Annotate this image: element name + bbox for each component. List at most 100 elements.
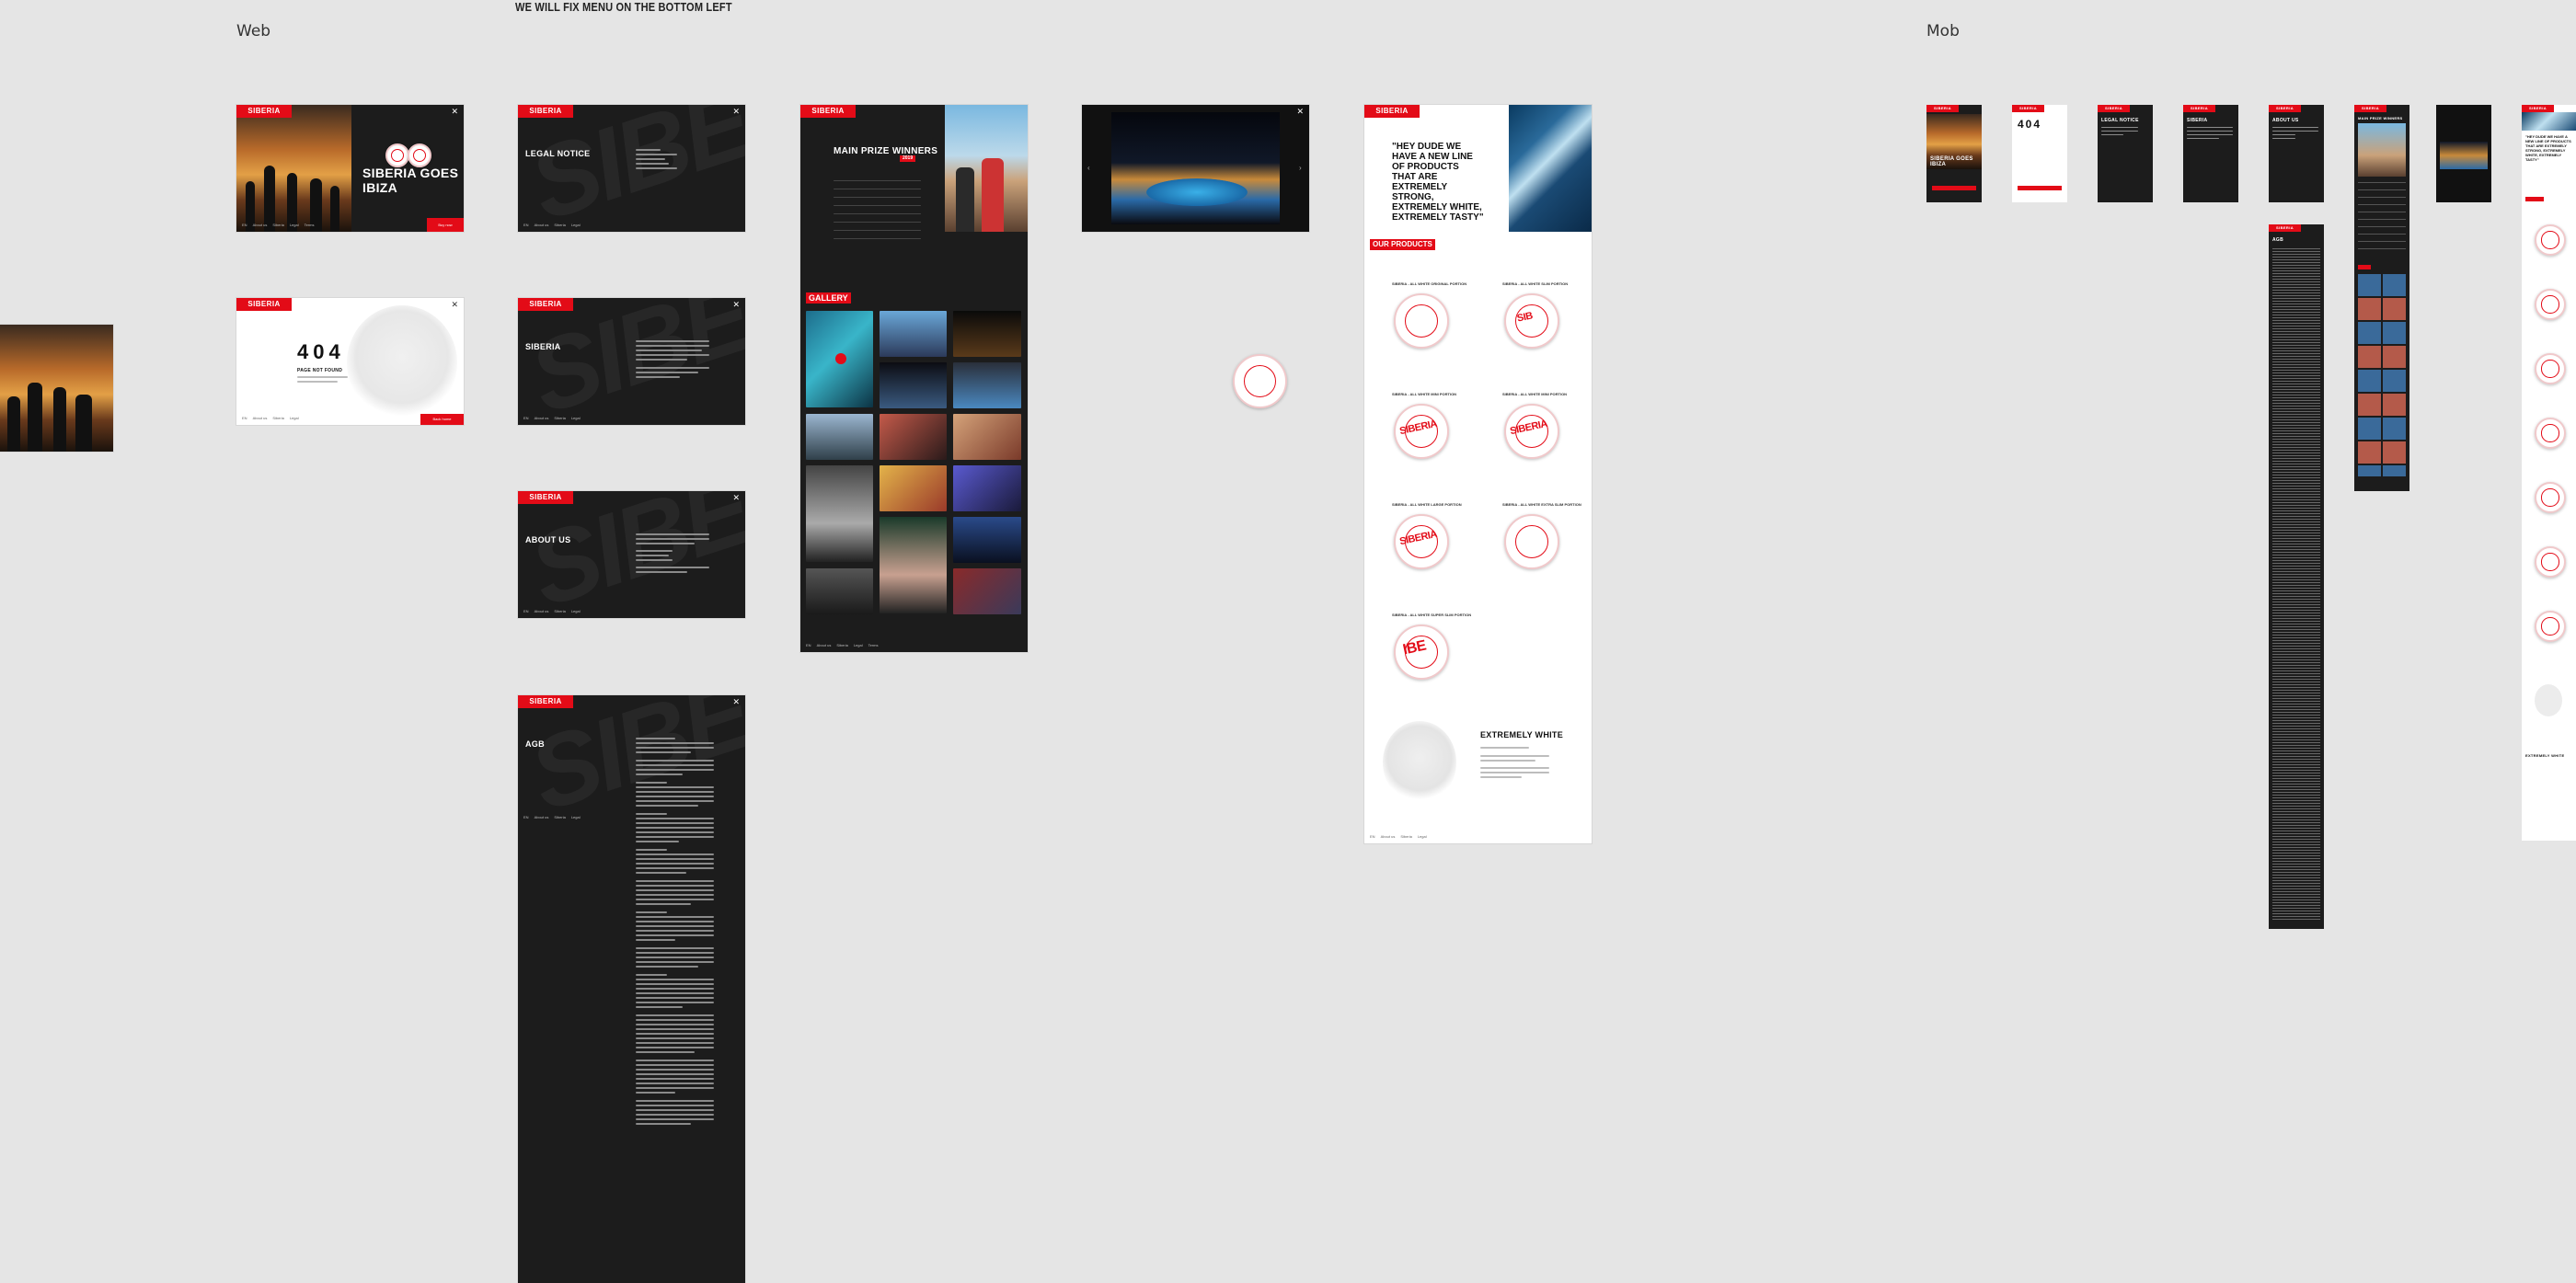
logo[interactable]: SIBERIA xyxy=(2098,105,2131,112)
footer-link[interactable]: About us xyxy=(535,223,549,227)
footer-link[interactable]: About us xyxy=(535,609,549,613)
gallery-photo[interactable] xyxy=(880,414,947,460)
logo[interactable]: SIBERIA xyxy=(2269,105,2302,112)
gallery-photo[interactable] xyxy=(880,465,947,511)
logo[interactable]: SIBERIA xyxy=(518,491,573,504)
gallery-photo[interactable] xyxy=(953,517,1021,563)
close-icon[interactable]: ✕ xyxy=(451,301,458,309)
product-can-icon[interactable] xyxy=(2535,546,2566,578)
footer-link[interactable]: Legal xyxy=(1418,834,1427,839)
play-icon[interactable] xyxy=(835,353,846,364)
gallery-photo[interactable] xyxy=(953,465,1021,511)
close-icon[interactable]: ✕ xyxy=(451,108,458,116)
mob-siberia-frame[interactable]: SIBERIA SIBERIA xyxy=(2183,105,2238,202)
web-home-frame[interactable]: SIBERIA ✕ SIBERIA GOES IBIZA Buy now EN … xyxy=(236,105,464,232)
mob-winners-frame[interactable]: SIBERIA MAIN PRIZE WINNERS xyxy=(2354,105,2409,491)
footer-link[interactable]: Terms xyxy=(305,223,315,227)
footer-link[interactable]: About us xyxy=(535,416,549,420)
product-can-icon[interactable] xyxy=(2535,482,2566,513)
footer-link[interactable]: EN xyxy=(523,815,529,819)
footer-link[interactable]: About us xyxy=(253,416,268,420)
footer-link[interactable]: Siberia xyxy=(554,815,565,819)
close-icon[interactable]: ✕ xyxy=(732,698,740,706)
footer-link[interactable]: Legal xyxy=(290,416,299,420)
prev-arrow-icon[interactable]: ‹ xyxy=(1087,164,1090,172)
footer-link[interactable]: EN xyxy=(523,609,529,613)
product-can-icon[interactable] xyxy=(1504,514,1559,569)
footer-link[interactable]: EN xyxy=(242,223,247,227)
footer-link[interactable]: About us xyxy=(535,815,549,819)
footer-link[interactable]: About us xyxy=(253,223,268,227)
footer-link[interactable]: About us xyxy=(817,643,832,647)
logo[interactable]: SIBERIA xyxy=(518,695,573,708)
gallery-photo[interactable] xyxy=(806,465,873,562)
web-siberia-frame[interactable]: SIBE SIBERIA ✕ SIBERIA EN About us Siber… xyxy=(518,298,745,425)
logo[interactable]: SIBERIA xyxy=(1926,105,1960,112)
gallery-photo[interactable] xyxy=(806,414,873,460)
footer-link[interactable]: Legal xyxy=(571,223,581,227)
footer-link[interactable]: EN xyxy=(523,416,529,420)
footer-link[interactable]: Legal xyxy=(571,416,581,420)
mob-products-frame[interactable]: SIBERIA "HEY DUDE WE HAVE A NEW LINE OF … xyxy=(2522,105,2576,841)
gallery-photo[interactable] xyxy=(953,311,1021,357)
footer-link[interactable]: EN xyxy=(1370,834,1375,839)
web-lightbox-frame[interactable]: ✕ ‹ › xyxy=(1082,105,1309,232)
web-404-frame[interactable]: SIBERIA ✕ 404 PAGE NOT FOUND Back home E… xyxy=(236,298,464,425)
mob-agb-frame[interactable]: SIBERIA AGB xyxy=(2269,224,2324,929)
close-icon[interactable]: ✕ xyxy=(732,494,740,502)
product-can-icon[interactable] xyxy=(2535,224,2566,256)
close-icon[interactable]: ✕ xyxy=(732,301,740,309)
footer-link[interactable]: Siberia xyxy=(836,643,847,647)
product-can-icon[interactable] xyxy=(2535,353,2566,384)
gallery-photo[interactable] xyxy=(806,568,873,614)
logo[interactable]: SIBERIA xyxy=(2269,224,2302,232)
footer-link[interactable]: Siberia xyxy=(554,416,565,420)
logo[interactable]: SIBERIA xyxy=(236,298,292,311)
logo[interactable]: SIBERIA xyxy=(2354,105,2387,112)
gallery-grid[interactable] xyxy=(2358,274,2406,476)
logo[interactable]: SIBERIA xyxy=(2012,105,2045,112)
logo[interactable]: SIBERIA xyxy=(2183,105,2216,112)
gallery-photo[interactable] xyxy=(953,414,1021,460)
sunset-image[interactable] xyxy=(0,325,113,452)
web-agb-frame[interactable]: SIBE SIBERIA ✕ AGB EN About us Siberia L… xyxy=(518,695,745,1283)
footer-link[interactable]: EN xyxy=(242,416,247,420)
product-can-icon[interactable] xyxy=(2535,611,2566,642)
footer-link[interactable]: Siberia xyxy=(554,223,565,227)
logo[interactable]: SIBERIA xyxy=(518,105,573,118)
product-can-icon[interactable] xyxy=(1233,354,1287,408)
buy-now-button[interactable]: Buy now xyxy=(427,218,464,232)
product-can-icon[interactable] xyxy=(1394,293,1449,349)
buy-now-button[interactable] xyxy=(1932,186,1976,190)
mob-lightbox-frame[interactable] xyxy=(2436,105,2491,202)
web-about-frame[interactable]: SIBE SIBERIA ✕ ABOUT US EN About us Sibe… xyxy=(518,491,745,618)
web-winners-frame[interactable]: SIBERIA MAIN PRIZE WINNERS 2019 GALLERY … xyxy=(800,105,1028,652)
footer-link[interactable]: Legal xyxy=(571,609,581,613)
logo[interactable]: SIBERIA xyxy=(518,298,573,311)
mob-legal-frame[interactable]: SIBERIA LEGAL NOTICE xyxy=(2098,105,2153,202)
footer-link[interactable]: Legal xyxy=(290,223,299,227)
gallery-photo[interactable] xyxy=(880,362,947,408)
footer-link[interactable]: EN xyxy=(523,223,529,227)
footer-link[interactable]: Siberia xyxy=(272,223,283,227)
mob-404-frame[interactable]: SIBERIA 404 xyxy=(2012,105,2067,202)
logo[interactable]: SIBERIA xyxy=(2522,105,2555,112)
logo[interactable]: SIBERIA xyxy=(236,105,292,118)
product-can-icon[interactable] xyxy=(2535,418,2566,449)
mob-about-frame[interactable]: SIBERIA ABOUT US xyxy=(2269,105,2324,202)
logo[interactable]: SIBERIA xyxy=(1364,105,1420,118)
footer-link[interactable]: Terms xyxy=(868,643,879,647)
web-legal-frame[interactable]: SIBE SIBERIA ✕ LEGAL NOTICE EN About us … xyxy=(518,105,745,232)
mob-home-frame[interactable]: SIBERIA SIBERIA GOES IBIZA xyxy=(1926,105,1982,202)
back-home-button[interactable] xyxy=(2018,186,2062,190)
footer-link[interactable]: Legal xyxy=(854,643,863,647)
footer-link[interactable]: Siberia xyxy=(272,416,283,420)
logo[interactable]: SIBERIA xyxy=(800,105,856,118)
web-products-frame[interactable]: SIBERIA "HEY DUDE WE HAVE A NEW LINE OF … xyxy=(1364,105,1592,843)
footer-link[interactable]: Siberia xyxy=(554,609,565,613)
footer-link[interactable]: EN xyxy=(806,643,811,647)
close-icon[interactable]: ✕ xyxy=(732,108,740,116)
close-icon[interactable]: ✕ xyxy=(1296,108,1304,116)
product-can-icon[interactable] xyxy=(2535,289,2566,320)
gallery-photo[interactable] xyxy=(880,311,947,357)
